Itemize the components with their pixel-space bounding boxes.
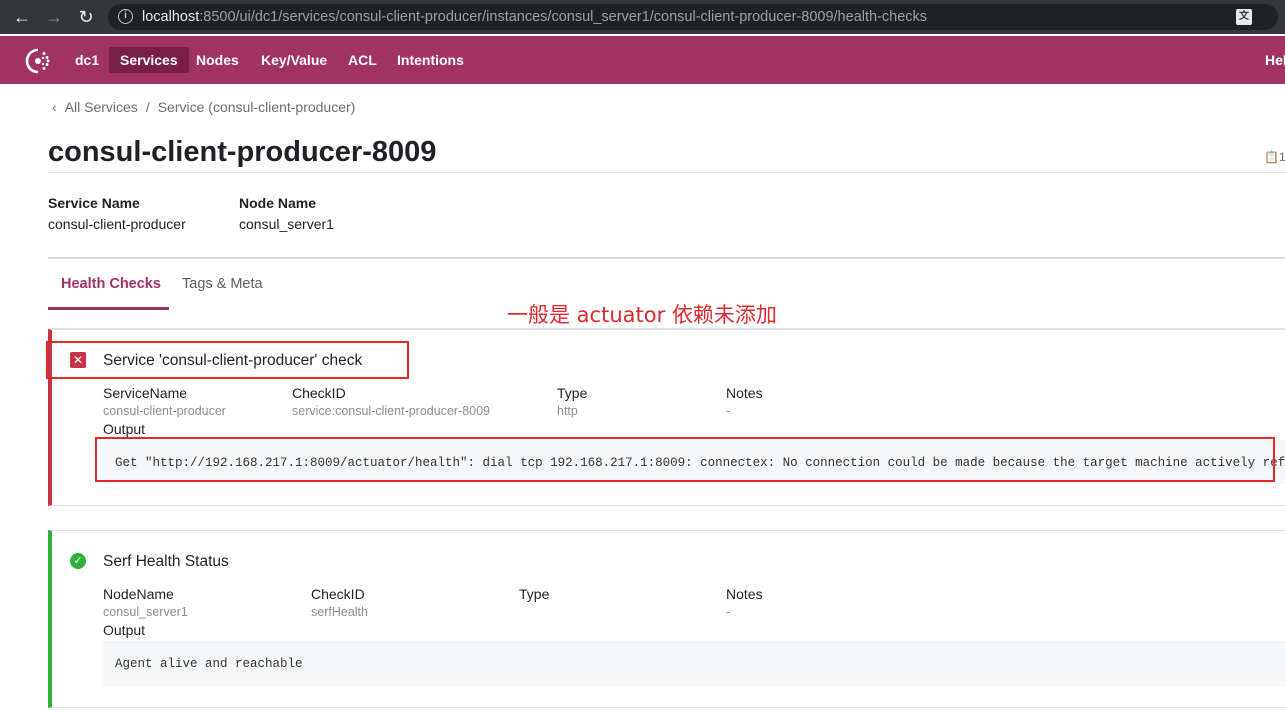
page-title: consul-client-producer-8009 [48,136,437,168]
nav-acl[interactable]: ACL [337,47,388,73]
consul-logo-icon[interactable] [24,47,52,75]
nav-help[interactable]: Hel [1254,47,1285,73]
nav-key-value[interactable]: Key/Value [250,47,338,73]
nav-services[interactable]: Services [109,47,189,73]
annotation-text: 一般是 actuator 依赖未添加 [507,303,777,327]
check-title: Serf Health Status [103,553,229,570]
active-tab-indicator [48,307,169,310]
column-label: Type [519,586,550,602]
address-bar[interactable]: i localhost:8500/ui/dc1/services/consul-… [108,4,1278,30]
service-name-label: Service Name [48,195,140,211]
node-name-label: Node Name [239,195,317,211]
url-text: localhost:8500/ui/dc1/services/consul-cl… [142,9,928,25]
column-label: Notes [726,385,763,401]
divider [48,172,1285,173]
breadcrumb: ‹ All Services / Service (consul-client-pro… [52,99,355,115]
column-label: CheckID [292,385,346,401]
divider [48,257,1285,259]
clipboard-icon[interactable]: 📋1 [1264,150,1285,164]
annotation-highlight-box [95,437,1275,482]
nav-nodes[interactable]: Nodes [185,47,250,73]
output-label: Output [103,421,146,437]
tab-health-checks[interactable]: Health Checks [61,276,161,292]
back-arrow-icon[interactable]: ← [12,7,32,27]
chevron-left-icon: ‹ [52,99,57,115]
info-icon[interactable]: i [118,9,133,24]
breadcrumb-service[interactable]: Service (consul-client-producer) [158,99,356,115]
column-value: serfHealth [311,605,368,619]
column-value: - [726,404,731,418]
column-value: service:consul-client-producer-8009 [292,404,491,418]
breadcrumb-separator: / [145,99,150,115]
column-label: Type [557,385,588,401]
translate-icon[interactable]: 文 [1236,9,1252,25]
node-name-value[interactable]: consul_server1 [239,216,334,232]
reload-icon[interactable]: ↻ [76,7,96,27]
column-value: - [726,605,731,619]
service-name-value: consul-client-producer [48,216,186,232]
browser-toolbar: ← → ↻ i localhost:8500/ui/dc1/services/c… [0,0,1285,34]
breadcrumb-all-services[interactable]: All Services [65,99,138,115]
column-value: consul-client-producer [103,404,226,418]
column-value: consul_server1 [103,605,188,619]
clipboard-text: 1 [1278,150,1285,164]
top-navigation: dc1 Services Nodes Key/Value ACL Intenti… [0,36,1285,84]
tab-tags-meta[interactable]: Tags & Meta [182,276,263,292]
column-value: http [557,404,578,418]
output-text: Agent alive and reachable [115,657,303,671]
check-circle-icon: ✓ [70,553,86,569]
datacenter-selector[interactable]: dc1 [64,47,110,73]
column-label: Notes [726,586,763,602]
output-label: Output [103,622,146,638]
column-label: ServiceName [103,385,188,401]
health-check-card: ✓ Serf Health Status NodeName consul_ser… [48,530,1285,708]
forward-arrow-icon[interactable]: → [44,7,64,27]
nav-intentions[interactable]: Intentions [386,47,475,73]
annotation-highlight-box [46,341,409,379]
column-label: CheckID [311,586,365,602]
column-label: NodeName [103,586,174,602]
